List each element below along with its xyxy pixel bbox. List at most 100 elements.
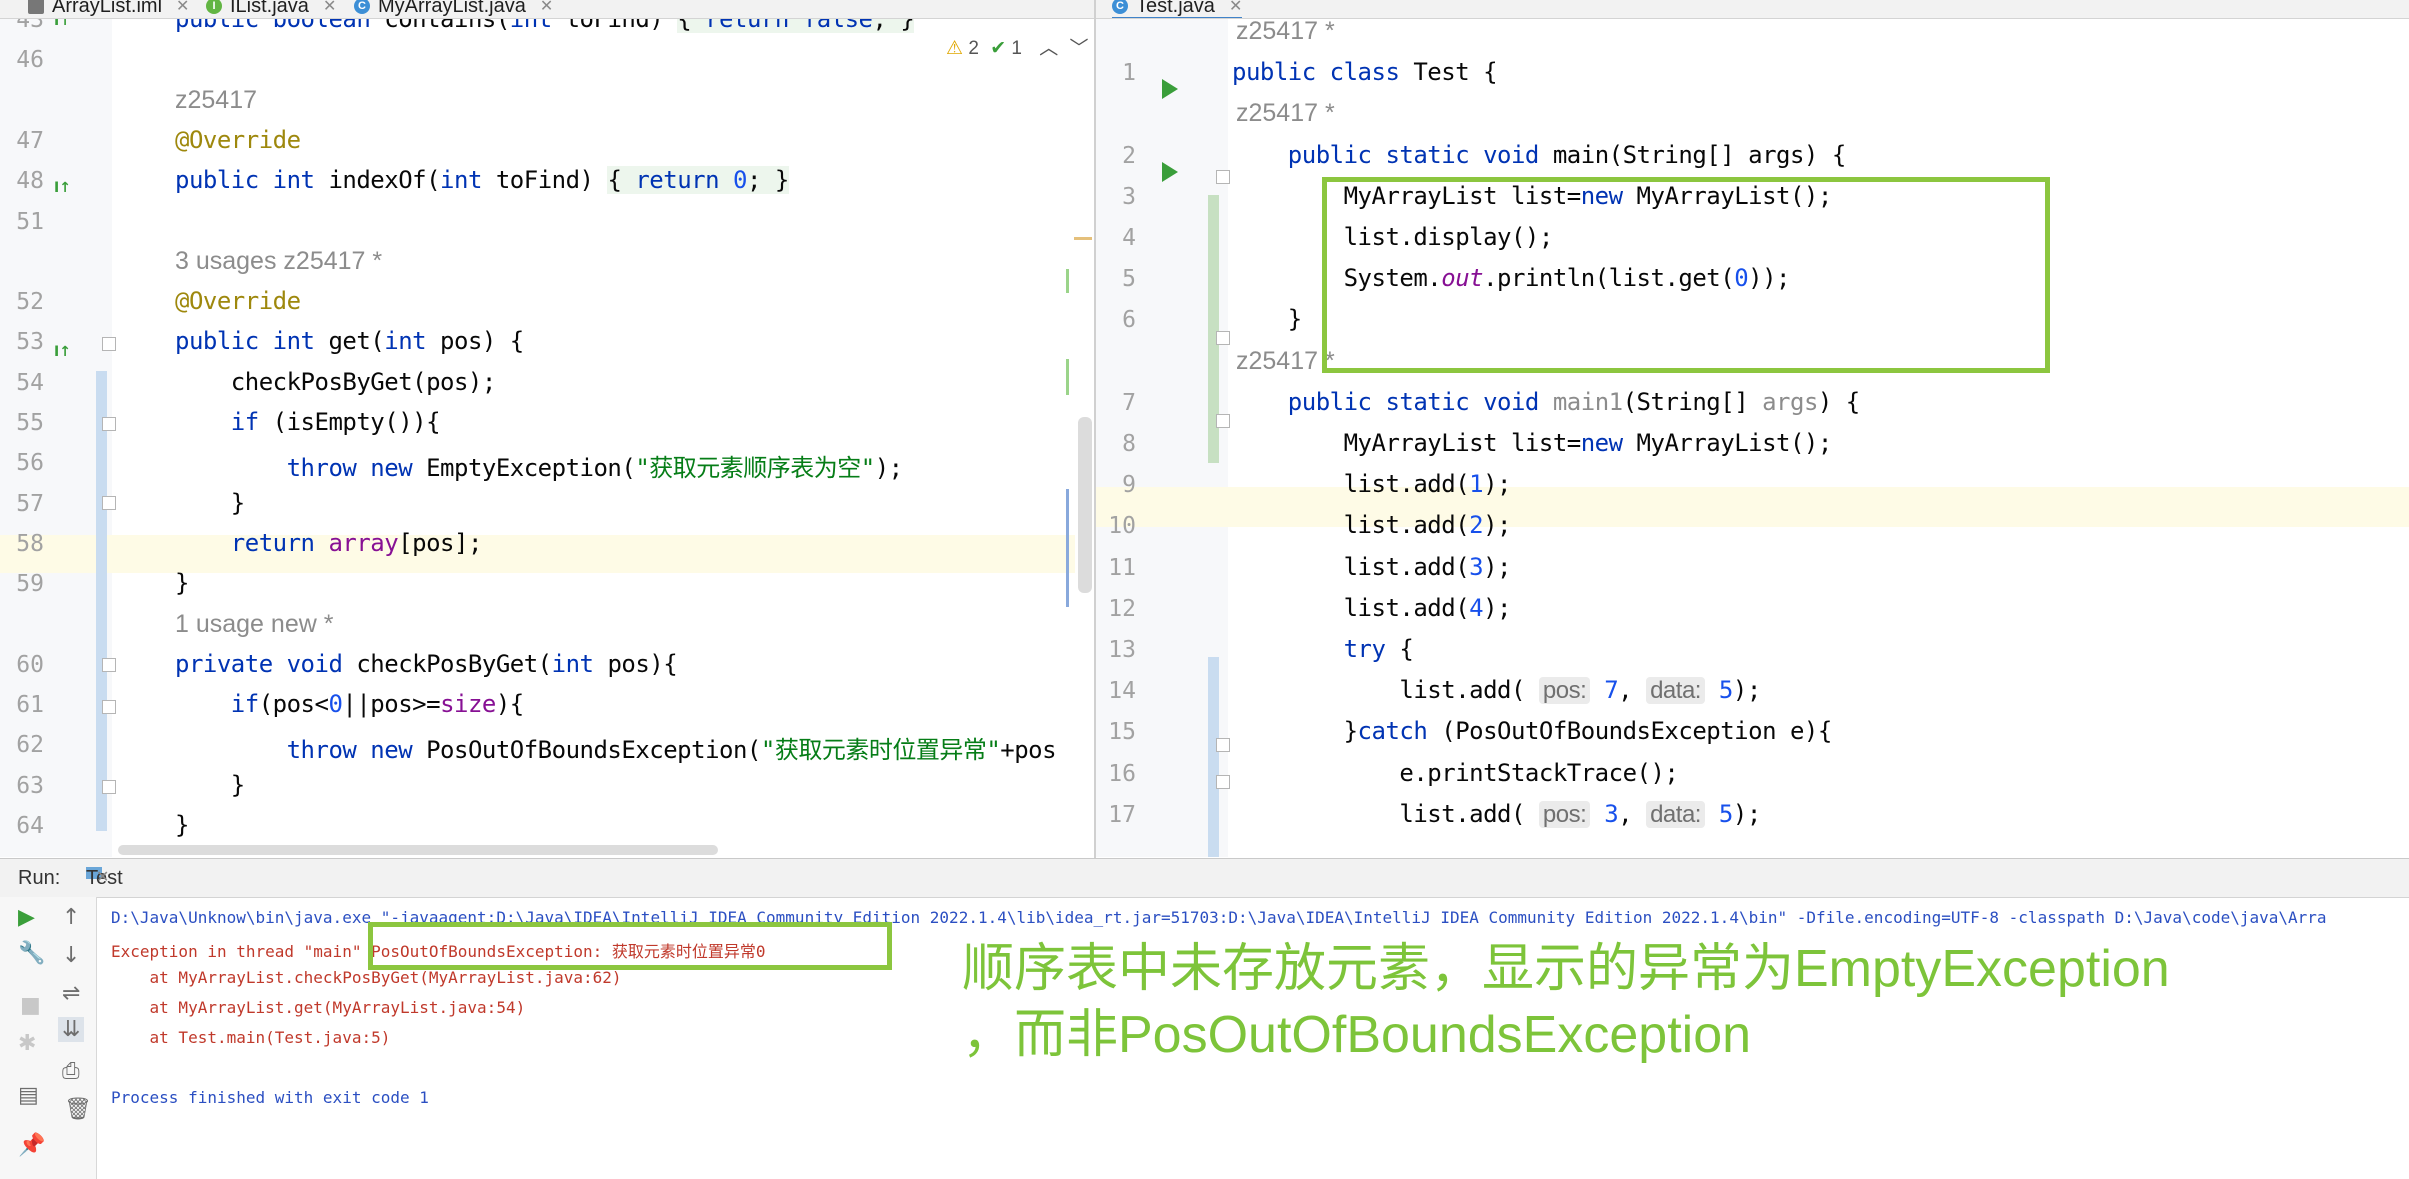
code-line[interactable]: @Override [175,287,301,315]
fold-icon[interactable] [102,417,116,431]
line-number[interactable]: 11 [1096,555,1136,581]
code-line[interactable]: list.add( pos: 7, data: 5); [1232,676,1761,705]
run-main-icon[interactable] [1162,162,1178,182]
tab-arraylist-iml[interactable]: ArrayList.iml ✕ [28,0,189,17]
line-number[interactable]: 63 [0,773,44,799]
line-number[interactable]: 62 [0,732,44,758]
fold-icon[interactable] [1216,414,1230,428]
code-line[interactable]: list.add(3); [1232,553,1512,581]
code-line[interactable]: throw new PosOutOfBoundsException("获取元素时… [175,730,1057,765]
line-number[interactable]: 2 [1096,143,1136,169]
line-number[interactable]: 46 [0,47,44,73]
fold-icon[interactable] [1216,170,1230,184]
code-line[interactable]: public int get(int pos) { [175,327,524,355]
code-vision-hint[interactable]: 3 usages z25417 * [175,247,382,276]
tab-myarraylist-java[interactable]: C MyArrayList.java ✕ [354,0,553,17]
print-icon[interactable]: ⎙ [62,1059,80,1084]
code-line[interactable]: } [175,811,189,839]
line-number[interactable]: 14 [1096,678,1136,704]
code-line[interactable]: checkPosByGet(pos); [175,368,497,396]
close-icon[interactable]: ✕ [1229,0,1242,16]
layout-icon[interactable]: ▤ [18,1083,39,1108]
code-line[interactable]: @Override [175,126,301,154]
fold-icon[interactable] [1216,775,1230,789]
line-number[interactable]: 59 [0,571,44,597]
code-line[interactable]: public static void main(String[] args) { [1232,141,1846,169]
arrow-down-icon[interactable]: ↓ [62,943,80,968]
line-number[interactable]: 60 [0,652,44,678]
code-line[interactable]: list.add(4); [1232,594,1512,622]
horizontal-scrollbar[interactable] [118,845,718,855]
implements-icon[interactable]: I↑ [54,19,71,29]
line-number[interactable]: 4 [1096,225,1136,251]
fold-icon[interactable] [102,780,116,794]
chevron-up-icon[interactable]: ︿ [1039,38,1058,59]
line-number[interactable]: 8 [1096,431,1136,457]
fold-icon[interactable] [102,337,116,351]
code-vision-hint[interactable]: z25417 * [1236,347,1335,376]
debug-icon[interactable]: ✱ [18,1031,36,1056]
close-icon[interactable]: ✕ [96,867,109,887]
trash-icon[interactable]: 🗑 [64,1097,92,1122]
code-line[interactable]: e.printStackTrace(); [1232,759,1678,787]
close-icon[interactable]: ✕ [323,0,336,16]
tab-ilist-java[interactable]: I IList.java ✕ [206,0,336,17]
code-line[interactable]: public static void main1(String[] args) … [1232,388,1860,416]
code-line[interactable]: return array[pos]; [175,529,483,557]
run-main-icon[interactable] [1162,79,1178,99]
code-vision-hint[interactable]: z25417 * [1236,99,1335,128]
line-number[interactable]: 53 [0,329,44,355]
settings-wrench-icon[interactable]: 🔧 [18,941,45,966]
line-number[interactable]: 10 [1096,513,1136,539]
chevron-down-icon[interactable]: ﹀ [1070,38,1089,59]
line-number[interactable]: 12 [1096,596,1136,622]
line-number[interactable]: 15 [1096,719,1136,745]
line-number[interactable]: 57 [0,491,44,517]
line-number[interactable]: 1 [1096,60,1136,86]
line-number[interactable]: 13 [1096,637,1136,663]
code-vision-hint[interactable]: z25417 * [1236,19,1335,46]
tab-test-java[interactable]: C Test.java ✕ [1112,0,1243,18]
code-line[interactable]: list.add(2); [1232,511,1512,539]
line-number[interactable]: 7 [1096,390,1136,416]
code-line[interactable]: list.add( pos: 3, data: 5); [1232,800,1761,829]
implements-icon[interactable]: I↑ [54,344,71,360]
line-number[interactable]: 47 [0,128,44,154]
inspection-widget[interactable]: ⚠ 2 ✔ 1 ︿ ﹀ [946,33,1089,60]
code-line[interactable]: }catch (PosOutOfBoundsException e){ [1232,717,1833,745]
code-line[interactable]: } [175,771,245,799]
line-number[interactable]: 54 [0,370,44,396]
vertical-scrollbar[interactable] [1078,417,1092,593]
rerun-icon[interactable]: ▶ [18,905,35,930]
code-line[interactable]: } [1232,305,1302,333]
code-line[interactable]: } [175,489,245,517]
implements-icon[interactable]: I↑ [54,180,71,196]
arrow-up-icon[interactable]: ↑ [62,905,80,930]
fold-icon[interactable] [1216,331,1230,345]
code-line[interactable]: if(pos<0||pos>=size){ [175,690,524,718]
code-line[interactable]: MyArrayList list=new MyArrayList(); [1232,429,1833,457]
line-number[interactable]: 61 [0,692,44,718]
line-number[interactable]: 9 [1096,472,1136,498]
line-number[interactable]: 52 [0,289,44,315]
code-line[interactable]: if (isEmpty()){ [175,408,441,436]
code-line[interactable]: public int indexOf(int toFind) { return … [175,166,789,195]
close-icon[interactable]: ✕ [176,0,189,16]
left-editor[interactable]: 43 public boolean contains(int toFind) { … [0,19,1094,857]
code-line[interactable]: public boolean contains(int toFind) { re… [175,19,915,33]
line-number[interactable]: 43 [0,19,44,33]
fold-icon[interactable] [102,700,116,714]
fold-icon[interactable] [102,496,116,510]
scroll-to-end-icon[interactable]: ⇊ [58,1017,85,1042]
code-line[interactable]: throw new EmptyException("获取元素顺序表为空"); [175,448,904,483]
line-number[interactable]: 16 [1096,761,1136,787]
code-line[interactable]: } [175,569,189,597]
code-vision-hint[interactable]: z25417 [175,86,257,115]
line-number[interactable]: 56 [0,450,44,476]
line-number[interactable]: 5 [1096,266,1136,292]
code-line[interactable]: public class Test { [1232,58,1498,86]
line-number[interactable]: 55 [0,410,44,436]
soft-wrap-icon[interactable]: ⇌ [62,981,80,1006]
right-editor[interactable]: z25417 * 1 public class Test { z25417 * 2 pu… [1096,19,2409,857]
line-number[interactable]: 51 [0,209,44,235]
